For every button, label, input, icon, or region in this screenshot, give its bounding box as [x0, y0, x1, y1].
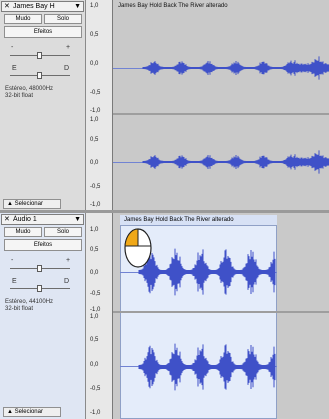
format-rate: Estéreo, 48000Hz [5, 86, 54, 92]
collapse-arrow-icon[interactable]: ▲ [7, 409, 13, 415]
ruler-label: 0,5 [90, 137, 99, 143]
ruler-label: 1,0 [90, 117, 99, 123]
mute-button[interactable]: Mudo [4, 227, 42, 237]
select-label: Selecionar [14, 409, 43, 415]
track-control-panel[interactable]: ✕ James Bay H ▼ Mudo Solo Efeitos - + E … [0, 0, 86, 211]
effects-button[interactable]: Efeitos [4, 26, 82, 38]
format-bits: 32-bit float [5, 306, 34, 312]
track-1: ✕ James Bay H ▼ Mudo Solo Efeitos - + E … [0, 0, 329, 211]
pan-right-label: D [64, 65, 70, 72]
ruler-label: -0,5 [90, 90, 101, 96]
ruler-label: 1,0 [90, 3, 99, 9]
amplitude-ruler: 1,0 0,5 0,0 -0,5 -1,0 1,0 0,5 0,0 -0,5 -… [86, 0, 113, 211]
select-button[interactable]: ▲ Selecionar [3, 407, 61, 417]
ruler-label: 0,0 [90, 61, 99, 67]
gain-minus-label: - [11, 257, 14, 264]
ruler-label: 0,0 [90, 362, 99, 368]
format-rate: Estéreo, 44100Hz [5, 299, 54, 305]
clip-name[interactable]: James Bay Hold Back The River alterado [118, 3, 228, 9]
track-control-panel[interactable]: ✕ Áudio 1 ▼ Mudo Solo Efeitos - + E D Es… [0, 213, 86, 419]
waveform-right-channel [142, 150, 329, 174]
ruler-label: 0,5 [90, 337, 99, 343]
mouse-left-click-icon [124, 228, 152, 268]
waveform-right-channel [138, 343, 276, 391]
gain-minus-label: - [11, 44, 14, 51]
ruler-label: -1,0 [90, 410, 101, 416]
channel-separator [113, 113, 329, 115]
pan-left-label: E [12, 65, 17, 72]
waveform-left-channel [142, 56, 329, 80]
track-name[interactable]: Áudio 1 [13, 215, 37, 224]
pan-slider-handle[interactable] [37, 72, 42, 79]
ruler-label: -0,5 [90, 386, 101, 392]
ruler-label: 0,0 [90, 270, 99, 276]
effects-button[interactable]: Efeitos [4, 239, 82, 251]
ruler-label: 0,0 [90, 160, 99, 166]
track-format-info: Estéreo, 44100Hz 32-bit float [5, 299, 53, 313]
ruler-label: -1,0 [90, 108, 101, 114]
pan-right-label: D [64, 278, 70, 285]
channel-separator [113, 311, 329, 313]
gain-plus-label: + [66, 44, 71, 51]
close-icon[interactable]: ✕ [4, 2, 10, 11]
solo-button[interactable]: Solo [44, 227, 82, 237]
gain-plus-label: + [66, 257, 71, 264]
dropdown-arrow-icon[interactable]: ▼ [74, 215, 81, 224]
track-name[interactable]: James Bay H [13, 2, 55, 11]
track-format-info: Estéreo, 48000Hz 32-bit float [5, 86, 53, 100]
ruler-label: -0,5 [90, 184, 101, 190]
mute-button[interactable]: Mudo [4, 14, 42, 24]
solo-button[interactable]: Solo [44, 14, 82, 24]
amplitude-ruler: 1,0 0,5 0,0 -0,5 -1,0 1,0 0,5 0,0 -0,5 -… [86, 213, 113, 419]
gain-slider-handle[interactable] [37, 52, 42, 59]
track-header[interactable]: ✕ James Bay H ▼ [1, 1, 84, 12]
ruler-label: -0,5 [90, 291, 101, 297]
ruler-label: -1,0 [90, 202, 101, 208]
select-label: Selecionar [14, 201, 43, 207]
close-icon[interactable]: ✕ [4, 215, 10, 224]
ruler-label: 1,0 [90, 227, 99, 233]
select-button[interactable]: ▲ Selecionar [3, 199, 61, 209]
track-2: ✕ Áudio 1 ▼ Mudo Solo Efeitos - + E D Es… [0, 213, 329, 419]
gain-slider-handle[interactable] [37, 265, 42, 272]
format-bits: 32-bit float [5, 93, 34, 99]
ruler-label: 0,5 [90, 247, 99, 253]
ruler-label: 0,5 [90, 32, 99, 38]
dropdown-arrow-icon[interactable]: ▼ [74, 2, 81, 11]
track-header[interactable]: ✕ Áudio 1 ▼ [1, 214, 84, 225]
ruler-label: -1,0 [90, 307, 101, 313]
waveform-area[interactable]: James Bay Hold Back The River alterado [113, 0, 329, 211]
collapse-arrow-icon[interactable]: ▲ [7, 201, 13, 207]
ruler-label: 1,0 [90, 314, 99, 320]
pan-slider-handle[interactable] [37, 285, 42, 292]
pan-left-label: E [12, 278, 17, 285]
